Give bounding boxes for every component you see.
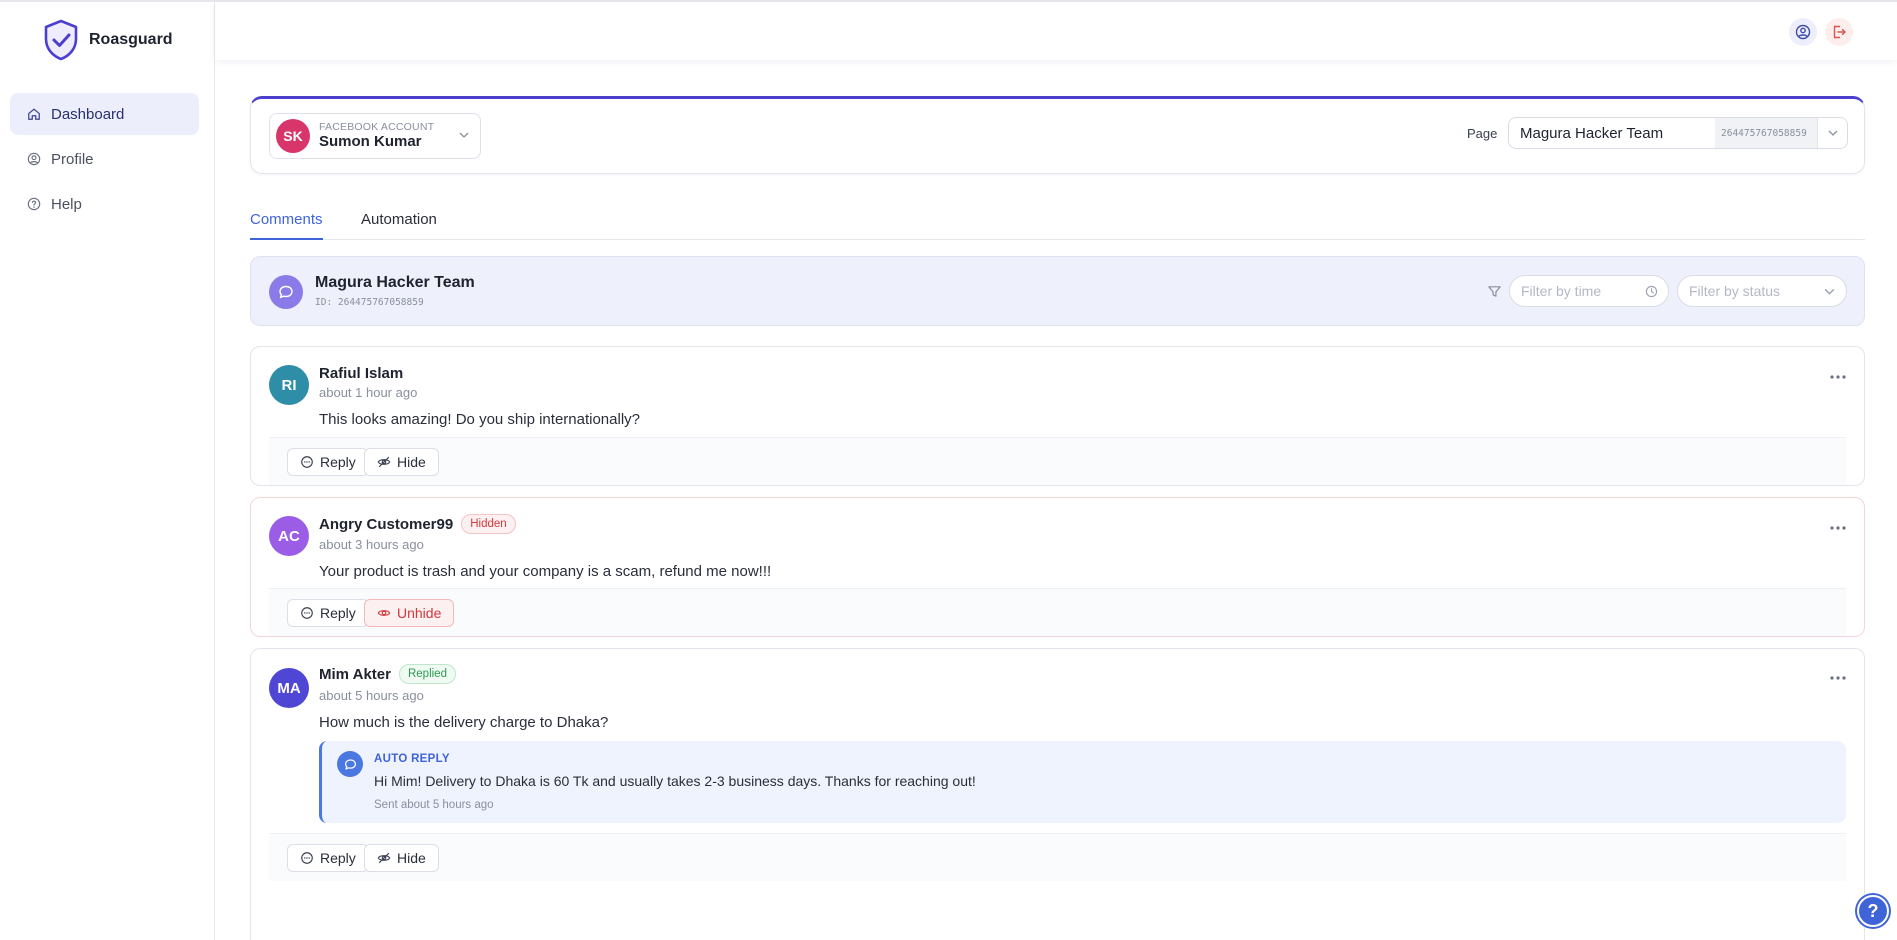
comment-actions: Reply Unhide (269, 588, 1846, 636)
comment-card: MA Mim Akter Replied about 5 hours ago H… (250, 648, 1865, 940)
user-circle-icon (1795, 24, 1811, 40)
auto-reply: AUTO REPLY Hi Mim! Delivery to Dhaka is … (319, 741, 1846, 823)
sidebar-item-label: Help (51, 195, 82, 213)
reply-button[interactable]: Reply (287, 599, 369, 627)
account-name: Sumon Kumar (319, 133, 422, 151)
comment-actions: Reply Hide (269, 833, 1846, 881)
avatar: RI (269, 365, 309, 405)
sidebar-item-profile[interactable]: Profile (10, 138, 199, 180)
page-avatar (269, 275, 303, 309)
comment-actions: Reply Hide (269, 437, 1846, 485)
more-options-icon[interactable] (1828, 673, 1848, 683)
comment-author-row: Rafiul Islam (319, 365, 403, 382)
sidebar-item-dashboard[interactable]: Dashboard (10, 93, 199, 135)
eye-off-icon (377, 456, 391, 468)
more-options-icon[interactable] (1828, 523, 1848, 533)
main-content: SK FACEBOOK ACCOUNT Sumon Kumar Page Mag… (250, 60, 1865, 940)
home-icon (28, 108, 40, 120)
comment-time: about 5 hours ago (319, 688, 424, 703)
comment-time: about 1 hour ago (319, 385, 418, 400)
shield-check-icon (44, 19, 78, 61)
help-fab-button[interactable]: ? (1857, 895, 1889, 927)
page-select-value: Magura Hacker Team (1520, 124, 1664, 142)
auto-reply-label: AUTO REPLY (374, 753, 450, 765)
status-badge: Replied (398, 664, 456, 684)
chat-bubble-icon (279, 285, 293, 299)
filter-by-status-select[interactable]: Filter by status (1677, 275, 1847, 307)
chevron-down-icon (459, 132, 469, 138)
comment-author: Mim Akter (319, 665, 391, 683)
auto-reply-text: Hi Mim! Delivery to Dhaka is 60 Tk and u… (374, 773, 976, 789)
comment-author: Angry Customer99 (319, 515, 454, 533)
page-select[interactable]: Magura Hacker Team 264475767058859 (1508, 117, 1848, 149)
status-badge: Hidden (461, 514, 516, 534)
hide-label: Hide (397, 850, 426, 866)
comment-text: This looks amazing! Do you ship internat… (319, 411, 640, 428)
logout-icon (1833, 25, 1846, 39)
logout-button[interactable] (1825, 18, 1853, 46)
comment-author-row: Angry Customer99 Hidden (319, 514, 516, 534)
comment-text: How much is the delivery charge to Dhaka… (319, 714, 609, 731)
facebook-account-select[interactable]: SK FACEBOOK ACCOUNT Sumon Kumar (269, 113, 481, 159)
sidebar-item-label: Profile (51, 150, 94, 168)
auto-reply-avatar (337, 751, 363, 777)
comment-author-row: Mim Akter Replied (319, 664, 456, 684)
chat-bubble-icon (301, 852, 313, 864)
more-options-icon[interactable] (1828, 372, 1848, 382)
account-bar: SK FACEBOOK ACCOUNT Sumon Kumar Page Mag… (250, 96, 1865, 174)
avatar: AC (269, 516, 309, 556)
page-select-toggle[interactable] (1817, 118, 1847, 148)
account-avatar: SK (276, 119, 310, 153)
brand[interactable]: Roasguard (43, 18, 173, 62)
chat-bubble-icon (301, 607, 313, 619)
unhide-label: Unhide (397, 605, 442, 621)
hide-label: Hide (397, 454, 426, 470)
page-label: Page (1467, 126, 1498, 141)
brand-name: Roasguard (89, 31, 173, 48)
page-title: Magura Hacker Team (315, 274, 475, 291)
filter-by-status-placeholder: Filter by status (1689, 283, 1781, 299)
reply-button[interactable]: Reply (287, 844, 369, 872)
chevron-down-icon (1824, 288, 1835, 295)
comment-card: RI Rafiul Islam about 1 hour ago This lo… (250, 346, 1865, 486)
avatar: MA (269, 668, 309, 708)
sidebar-item-help[interactable]: Help (10, 183, 199, 225)
reply-label: Reply (320, 850, 356, 866)
tab-automation[interactable]: Automation (361, 211, 437, 240)
reply-button[interactable]: Reply (287, 448, 369, 476)
sidebar-nav: Dashboard Profile Help (10, 93, 199, 228)
page-id: ID: 264475767058859 (315, 297, 424, 308)
tabs: Comments Automation (250, 205, 1865, 240)
page-header: Magura Hacker Team ID: 264475767058859 F… (250, 256, 1865, 326)
clock-icon (1645, 285, 1658, 298)
reply-label: Reply (320, 454, 356, 470)
chevron-down-icon (1828, 130, 1837, 136)
filter-by-time-input[interactable]: Filter by time (1509, 275, 1669, 307)
eye-icon (377, 610, 391, 616)
hide-button[interactable]: Hide (364, 448, 439, 476)
top-header (215, 2, 1897, 60)
chat-bubble-icon (344, 758, 356, 770)
eye-off-icon (377, 852, 391, 864)
profile-button[interactable] (1789, 18, 1817, 46)
help-circle-icon (27, 197, 41, 211)
sidebar: Roasguard Dashboard Profile Help (0, 2, 215, 940)
unhide-button[interactable]: Unhide (364, 599, 455, 627)
sidebar-item-label: Dashboard (51, 105, 125, 123)
chat-bubble-icon (301, 456, 313, 468)
tab-comments[interactable]: Comments (250, 211, 323, 240)
reply-label: Reply (320, 605, 356, 621)
account-label: FACEBOOK ACCOUNT (319, 121, 435, 134)
comment-author: Rafiul Islam (319, 365, 404, 382)
comment-card: AC Angry Customer99 Hidden about 3 hours… (250, 497, 1865, 637)
comment-time: about 3 hours ago (319, 537, 424, 552)
filter-icon (1488, 286, 1501, 297)
user-circle-icon (27, 152, 41, 166)
comment-text: Your product is trash and your company i… (319, 563, 772, 580)
hide-button[interactable]: Hide (364, 844, 439, 872)
auto-reply-time: Sent about 5 hours ago (374, 799, 494, 811)
filter-by-time-placeholder: Filter by time (1521, 283, 1602, 299)
